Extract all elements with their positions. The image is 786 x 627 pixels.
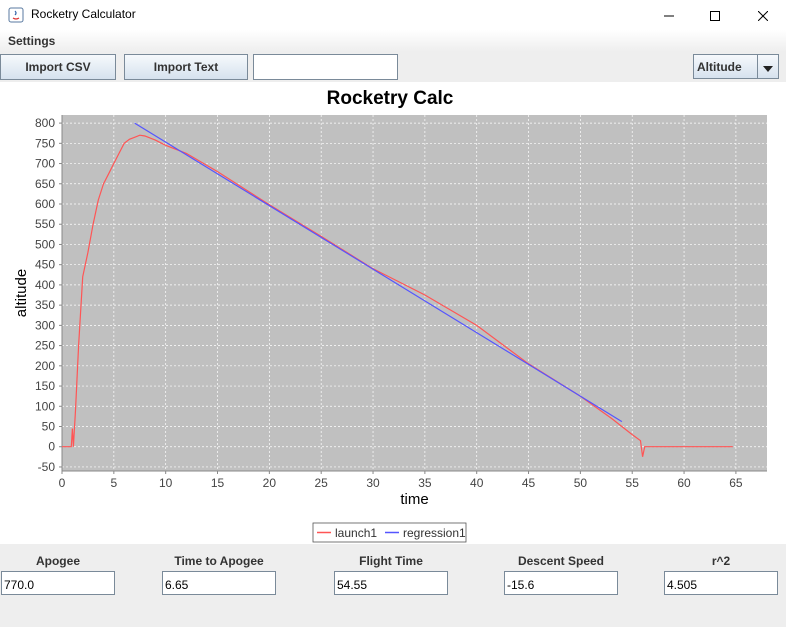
y-axis-label: altitude	[13, 269, 30, 317]
legend-label-regression1: regression1	[403, 526, 466, 540]
y-tick-label: 350	[35, 298, 55, 312]
x-tick-label: 45	[522, 476, 536, 490]
x-tick-label: 10	[159, 476, 173, 490]
dropdown-arrow-button[interactable]	[757, 55, 778, 78]
legend-label-launch1: launch1	[335, 526, 377, 540]
time-to-apogee-field[interactable]: 6.65	[162, 571, 276, 595]
window-title: Rocketry Calculator	[31, 7, 136, 21]
y-tick-label: 500	[35, 237, 55, 251]
x-tick-label: 60	[677, 476, 691, 490]
r-squared-field[interactable]: 4.505	[664, 571, 778, 595]
y-tick-label: 450	[35, 258, 55, 272]
menu-settings[interactable]: Settings	[8, 34, 55, 48]
plot-area	[62, 115, 767, 471]
x-tick-label: 40	[470, 476, 484, 490]
time-to-apogee-label: Time to Apogee	[174, 554, 264, 568]
x-tick-label: 25	[315, 476, 329, 490]
minimize-icon	[664, 6, 674, 25]
x-tick-label: 0	[59, 476, 66, 490]
y-tick-label: 800	[35, 116, 55, 130]
apogee-label: Apogee	[35, 554, 80, 568]
y-tick-label: 400	[35, 278, 55, 292]
x-tick-label: 15	[211, 476, 225, 490]
menu-bar: Settings	[0, 30, 786, 52]
close-icon	[757, 6, 769, 25]
y-tick-label: 0	[48, 440, 55, 454]
import-text-button[interactable]: Import Text	[124, 54, 248, 80]
chevron-down-icon	[763, 57, 773, 76]
title-bar: Rocketry Calculator	[0, 0, 786, 30]
y-tick-label: 650	[35, 177, 55, 191]
y-tick-label: 550	[35, 217, 55, 231]
y-tick-label: 750	[35, 136, 55, 150]
mode-selected-value: Altitude	[697, 60, 742, 74]
stats-panel: Apogee 770.0 Time to Apogee 6.65 Flight …	[0, 544, 786, 627]
x-tick-label: 35	[418, 476, 432, 490]
y-tick-label: 100	[35, 399, 55, 413]
r-squared-label: r^2	[711, 554, 731, 568]
descent-speed-label: Descent Speed	[517, 554, 605, 568]
import-csv-button[interactable]: Import CSV	[0, 54, 116, 80]
close-button[interactable]	[740, 0, 786, 30]
import-text-field[interactable]	[253, 54, 398, 80]
maximize-button[interactable]	[692, 0, 738, 30]
x-tick-label: 55	[626, 476, 640, 490]
x-axis-label: time	[400, 491, 428, 508]
y-tick-label: 50	[42, 420, 56, 434]
java-app-icon	[8, 7, 24, 23]
chart-panel: Rocketry Calc 0 5 10 15 20 25 30 35 40 45 50 55 60 65 -…	[0, 82, 786, 544]
y-tick-label: 600	[35, 197, 55, 211]
x-tick-label: 20	[263, 476, 277, 490]
y-tick-label: 700	[35, 157, 55, 171]
altitude-chart: Rocketry Calc 0 5 10 15 20 25 30 35 40 45 50 55 60 65 -…	[13, 88, 767, 543]
toolbar: Import CSV Import Text Altitude	[0, 52, 786, 82]
y-tick-label: 150	[35, 379, 55, 393]
flight-time-label: Flight Time	[359, 554, 423, 568]
descent-speed-field[interactable]: -15.6	[504, 571, 618, 595]
x-tick-label: 65	[729, 476, 743, 490]
chart-title: Rocketry Calc	[327, 88, 454, 109]
flight-time-field[interactable]: 54.55	[334, 571, 448, 595]
y-tick-label: -50	[38, 460, 56, 474]
y-tick-label: 300	[35, 318, 55, 332]
mode-dropdown[interactable]: Altitude	[693, 54, 779, 79]
maximize-icon	[710, 6, 720, 25]
x-tick-label: 50	[574, 476, 588, 490]
apogee-field[interactable]: 770.0	[1, 571, 115, 595]
y-tick-label: 200	[35, 359, 55, 373]
minimize-button[interactable]	[646, 0, 692, 30]
x-tick-label: 30	[366, 476, 380, 490]
x-tick-label: 5	[110, 476, 117, 490]
y-tick-label: 250	[35, 339, 55, 353]
